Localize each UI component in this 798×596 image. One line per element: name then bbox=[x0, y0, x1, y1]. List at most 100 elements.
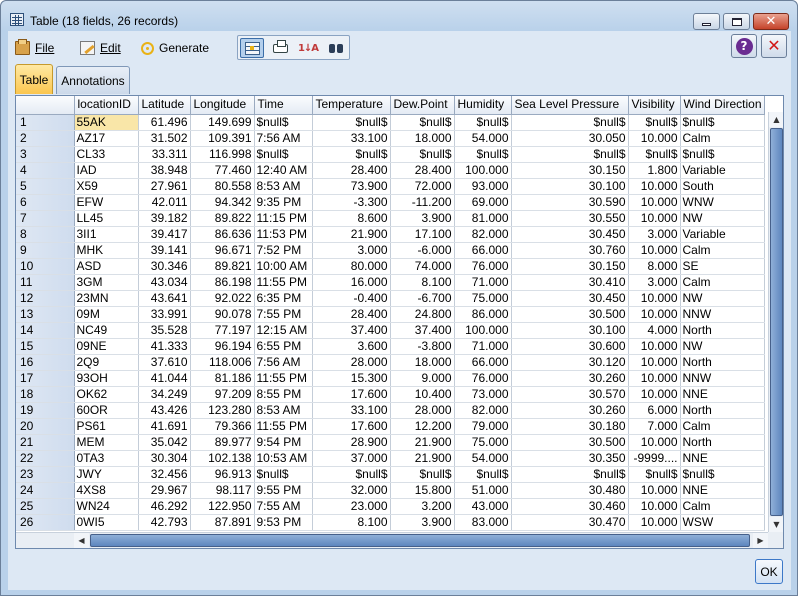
horizontal-scrollbar[interactable]: ◀ ▶ bbox=[74, 532, 768, 548]
table-cell[interactable]: 37.400 bbox=[312, 322, 391, 339]
table-cell[interactable]: 89.822 bbox=[190, 210, 255, 227]
table-cell[interactable]: 28.400 bbox=[312, 162, 391, 179]
row-number[interactable]: 2 bbox=[16, 130, 75, 147]
table-cell[interactable]: 8.100 bbox=[312, 514, 391, 531]
table-cell[interactable]: 34.249 bbox=[138, 386, 191, 403]
table-cell[interactable]: 30.050 bbox=[511, 130, 629, 147]
table-cell[interactable]: 33.100 bbox=[312, 130, 391, 147]
table-cell[interactable]: 30.450 bbox=[511, 290, 629, 307]
table-cell[interactable]: 30.470 bbox=[511, 514, 629, 531]
table-cell[interactable]: 10.000 bbox=[628, 386, 681, 403]
vertical-scrollbar[interactable]: ▲ ▼ bbox=[768, 112, 783, 532]
table-cell[interactable]: 72.000 bbox=[390, 178, 455, 195]
table-cell[interactable]: 89.821 bbox=[190, 258, 255, 275]
table-cell[interactable]: 76.000 bbox=[454, 258, 512, 275]
table-cell[interactable]: 1.800 bbox=[628, 162, 681, 179]
table-cell[interactable]: 3.900 bbox=[390, 210, 455, 227]
table-cell[interactable]: 96.194 bbox=[190, 338, 255, 355]
table-cell[interactable]: MEM bbox=[74, 434, 139, 451]
table-cell[interactable]: 18.000 bbox=[390, 130, 455, 147]
table-cell[interactable]: $null$ bbox=[454, 114, 512, 131]
column-header[interactable]: Dew.Point bbox=[390, 96, 455, 115]
table-cell[interactable]: 11:55 PM bbox=[254, 418, 313, 435]
table-cell[interactable]: 30.460 bbox=[511, 498, 629, 515]
table-row[interactable]: 20 PS61 41.691 79.366 11:55 PM 17.600 12.200 79… bbox=[16, 418, 765, 435]
table-cell[interactable]: 75.000 bbox=[454, 434, 512, 451]
table-cell[interactable]: -3.300 bbox=[312, 194, 391, 211]
column-header[interactable]: Time bbox=[254, 96, 313, 115]
close-panel-button[interactable]: ✕ bbox=[761, 34, 787, 58]
table-cell[interactable]: 35.042 bbox=[138, 434, 191, 451]
table-row[interactable]: 2 AZ17 31.502 109.391 7:56 AM 33.100 18.000 54.… bbox=[16, 130, 765, 147]
table-cell[interactable]: 71.000 bbox=[454, 338, 512, 355]
table-cell[interactable]: $null$ bbox=[390, 114, 455, 131]
close-window-button[interactable]: ✕ bbox=[753, 13, 789, 30]
table-cell[interactable]: CL33 bbox=[74, 146, 139, 163]
table-cell[interactable]: 8:55 PM bbox=[254, 386, 313, 403]
table-cell[interactable]: 73.900 bbox=[312, 178, 391, 195]
table-cell[interactable]: 37.610 bbox=[138, 354, 191, 371]
table-cell[interactable]: 92.022 bbox=[190, 290, 255, 307]
table-cell[interactable]: 80.000 bbox=[312, 258, 391, 275]
table-row[interactable]: 12 23MN 43.641 92.022 6:35 PM -0.400 -6.700 75.… bbox=[16, 290, 765, 307]
table-cell[interactable]: 21.900 bbox=[390, 450, 455, 467]
table-cell[interactable]: $null$ bbox=[511, 146, 629, 163]
table-cell[interactable]: 41.691 bbox=[138, 418, 191, 435]
table-cell[interactable]: 21.900 bbox=[390, 434, 455, 451]
table-cell[interactable]: IAD bbox=[74, 162, 139, 179]
table-cell[interactable]: 6:55 PM bbox=[254, 338, 313, 355]
table-cell[interactable]: $null$ bbox=[680, 466, 765, 483]
table-cell[interactable]: 7:56 AM bbox=[254, 130, 313, 147]
table-cell[interactable]: 3.000 bbox=[312, 242, 391, 259]
table-cell[interactable]: 12:40 AM bbox=[254, 162, 313, 179]
table-cell[interactable]: 0TA3 bbox=[74, 450, 139, 467]
table-cell[interactable]: 17.100 bbox=[390, 226, 455, 243]
row-number[interactable]: 19 bbox=[16, 402, 75, 419]
table-cell[interactable]: 16.000 bbox=[312, 274, 391, 291]
table-cell[interactable]: 21.900 bbox=[312, 226, 391, 243]
row-number[interactable]: 4 bbox=[16, 162, 75, 179]
table-cell[interactable]: 10.000 bbox=[628, 434, 681, 451]
column-header[interactable]: Longitude bbox=[190, 96, 255, 115]
table-cell[interactable]: 32.456 bbox=[138, 466, 191, 483]
table-cell[interactable]: 30.150 bbox=[511, 258, 629, 275]
table-cell[interactable]: -9999.... bbox=[628, 450, 681, 467]
row-number[interactable]: 1 bbox=[16, 114, 75, 131]
row-number[interactable]: 22 bbox=[16, 450, 75, 467]
scroll-left-icon[interactable]: ◀ bbox=[74, 533, 89, 548]
table-cell[interactable]: 9:54 PM bbox=[254, 434, 313, 451]
table-cell[interactable]: North bbox=[680, 354, 765, 371]
column-header[interactable]: Sea Level Pressure bbox=[511, 96, 629, 115]
table-cell[interactable]: 10.000 bbox=[628, 482, 681, 499]
row-number[interactable]: 10 bbox=[16, 258, 75, 275]
table-cell[interactable]: 93OH bbox=[74, 370, 139, 387]
table-cell[interactable]: 29.967 bbox=[138, 482, 191, 499]
table-row[interactable]: 9 MHK 39.141 96.671 7:52 PM 3.000 -6.000 66.000… bbox=[16, 242, 765, 259]
table-cell[interactable]: $null$ bbox=[680, 114, 765, 131]
table-cell[interactable]: 7:52 PM bbox=[254, 242, 313, 259]
table-cell[interactable]: 3.600 bbox=[312, 338, 391, 355]
table-cell[interactable]: 87.891 bbox=[190, 514, 255, 531]
maximize-button[interactable] bbox=[723, 13, 750, 30]
table-cell[interactable]: 10.000 bbox=[628, 306, 681, 323]
table-cell[interactable]: 8.600 bbox=[312, 210, 391, 227]
table-cell[interactable]: 54.000 bbox=[454, 130, 512, 147]
table-row[interactable]: 22 0TA3 30.304 102.138 10:53 AM 37.000 21.900 5… bbox=[16, 450, 765, 467]
table-row[interactable]: 15 09NE 41.333 96.194 6:55 PM 3.600 -3.800 71.0… bbox=[16, 338, 765, 355]
table-cell[interactable]: X59 bbox=[74, 178, 139, 195]
tab-annotations[interactable]: Annotations bbox=[56, 66, 130, 94]
table-cell[interactable]: ASD bbox=[74, 258, 139, 275]
table-cell[interactable]: 3II1 bbox=[74, 226, 139, 243]
table-cell[interactable]: 30.260 bbox=[511, 370, 629, 387]
horizontal-scroll-thumb[interactable] bbox=[90, 534, 750, 547]
table-row[interactable]: 26 0WI5 42.793 87.891 9:53 PM 8.100 3.900 83.00… bbox=[16, 514, 765, 531]
vertical-scroll-thumb[interactable] bbox=[770, 128, 783, 516]
table-cell[interactable]: 71.000 bbox=[454, 274, 512, 291]
table-cell[interactable]: 39.182 bbox=[138, 210, 191, 227]
row-number[interactable]: 18 bbox=[16, 386, 75, 403]
table-cell[interactable]: 73.000 bbox=[454, 386, 512, 403]
table-cell[interactable]: North bbox=[680, 322, 765, 339]
table-cell[interactable]: 10.000 bbox=[628, 242, 681, 259]
table-cell[interactable]: 33.311 bbox=[138, 146, 191, 163]
table-cell[interactable]: 76.000 bbox=[454, 370, 512, 387]
